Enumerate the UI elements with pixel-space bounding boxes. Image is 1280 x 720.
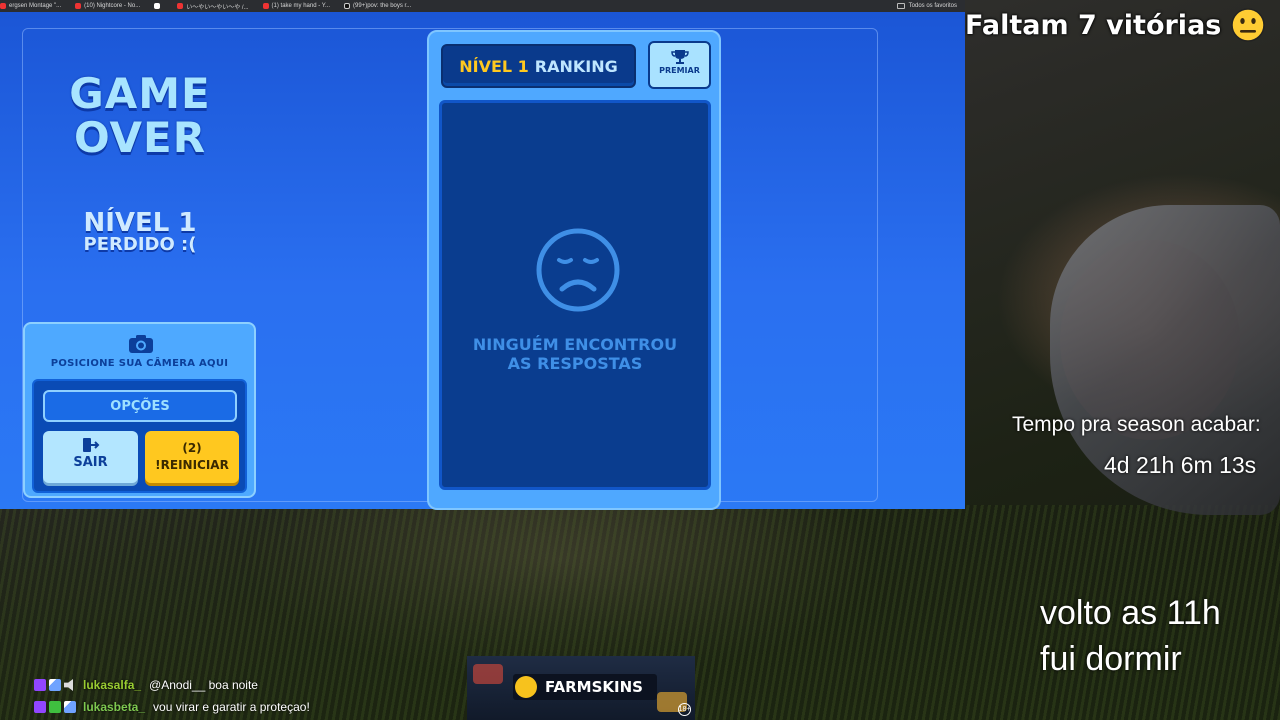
x-icon: [154, 3, 161, 9]
pen-badge-icon: [49, 679, 61, 691]
ranking-list: NINGUÉM ENCONTROU AS RESPOSTAS: [439, 100, 711, 490]
bookmark-6[interactable]: (99+)pov: the boys r...: [344, 3, 411, 9]
level-status: NÍVEL 1 PERDIDO :(: [83, 208, 197, 255]
pen-badge-icon: [64, 701, 76, 713]
bookmark-3[interactable]: [154, 3, 163, 9]
away-message: volto as 11h fui dormir: [1040, 594, 1221, 678]
sponsor-logo: FARMSKINS: [513, 674, 657, 700]
restart-button[interactable]: (2) !REINICIAR: [145, 431, 239, 483]
season-timer-label: Tempo pra season acabar:: [1012, 413, 1261, 436]
stream-chat: lukasalfa_ @Anodi__ boa noite lukasbeta_…: [34, 674, 310, 718]
chat-username[interactable]: lukasbeta_: [83, 700, 145, 714]
ranking-title: NÍVEL 1 RANKING: [441, 44, 636, 88]
game-screen: GAME OVER NÍVEL 1 PERDIDO :( POSICIONE S…: [0, 12, 965, 510]
bookmark-4[interactable]: い〜やい〜やい〜や /...: [177, 2, 249, 11]
chat-text: @Anodi__ boa noite: [149, 678, 258, 692]
restart-count: (2): [182, 441, 202, 455]
camera-icon: [129, 335, 153, 353]
chat-message: lukasbeta_ vou virar e garatir a proteça…: [34, 696, 310, 718]
game-over-title: GAME OVER: [69, 69, 211, 162]
exit-icon: [82, 438, 99, 452]
youtube-icon: [262, 3, 269, 9]
exit-button[interactable]: SAIR: [43, 431, 138, 483]
chat-username[interactable]: lukasalfa_: [83, 678, 141, 692]
ad-decoration: [473, 664, 503, 684]
bookmark-2[interactable]: (10) Nightcore - No...: [75, 3, 140, 9]
farmskins-logo-icon: [515, 676, 537, 698]
chat-message: lukasalfa_ @Anodi__ boa noite: [34, 674, 310, 696]
empty-ranking-message: NINGUÉM ENCONTROU AS RESPOSTAS: [472, 335, 678, 373]
age-rating-badge: 18+: [678, 703, 691, 716]
restart-label: !REINICIAR: [155, 458, 229, 472]
subscriber-badge-icon: [34, 701, 46, 713]
youtube-icon: [177, 3, 184, 9]
youtube-icon: [0, 3, 6, 9]
folder-icon: [896, 3, 905, 9]
bookmark-5[interactable]: (1) take my hand - Y...: [262, 3, 330, 9]
wins-remaining-overlay: Faltam 7 vitórias: [965, 6, 1280, 44]
camera-label: POSICIONE SUA CÂMERA AQUI: [50, 358, 229, 369]
neutral-face-icon: [1231, 8, 1266, 42]
bookmark-1[interactable]: ergsen Montage "...: [0, 3, 61, 9]
subscriber-badge-icon: [34, 679, 46, 691]
award-label: PREMIAR: [659, 66, 700, 75]
camera-panel: POSICIONE SUA CÂMERA AQUI OPÇÕES SAIR (2…: [23, 322, 256, 498]
bookmarks-bar: ergsen Montage "... (10) Nightcore - No.…: [0, 0, 965, 12]
sponsor-banner[interactable]: FARMSKINS 18+: [467, 656, 695, 720]
trophy-icon: [670, 50, 689, 64]
tiktok-icon: [344, 3, 351, 9]
options-button[interactable]: OPÇÕES: [43, 390, 237, 422]
chat-text: vou virar e garatir a proteçao!: [153, 700, 310, 714]
all-bookmarks-button[interactable]: Todos os favoritos: [896, 0, 957, 12]
youtube-icon: [75, 3, 82, 9]
options-box: OPÇÕES SAIR (2) !REINICIAR: [32, 379, 247, 493]
sad-face-icon: [536, 228, 620, 312]
season-countdown: 4d 21h 6m 13s: [1104, 452, 1257, 478]
exit-label: SAIR: [73, 455, 108, 470]
ranking-panel: NÍVEL 1 RANKING PREMIAR NINGUÉM ENCONTRO…: [427, 30, 721, 510]
check-badge-icon: [49, 701, 61, 713]
speaker-icon: [64, 679, 73, 691]
award-button[interactable]: PREMIAR: [648, 41, 711, 89]
